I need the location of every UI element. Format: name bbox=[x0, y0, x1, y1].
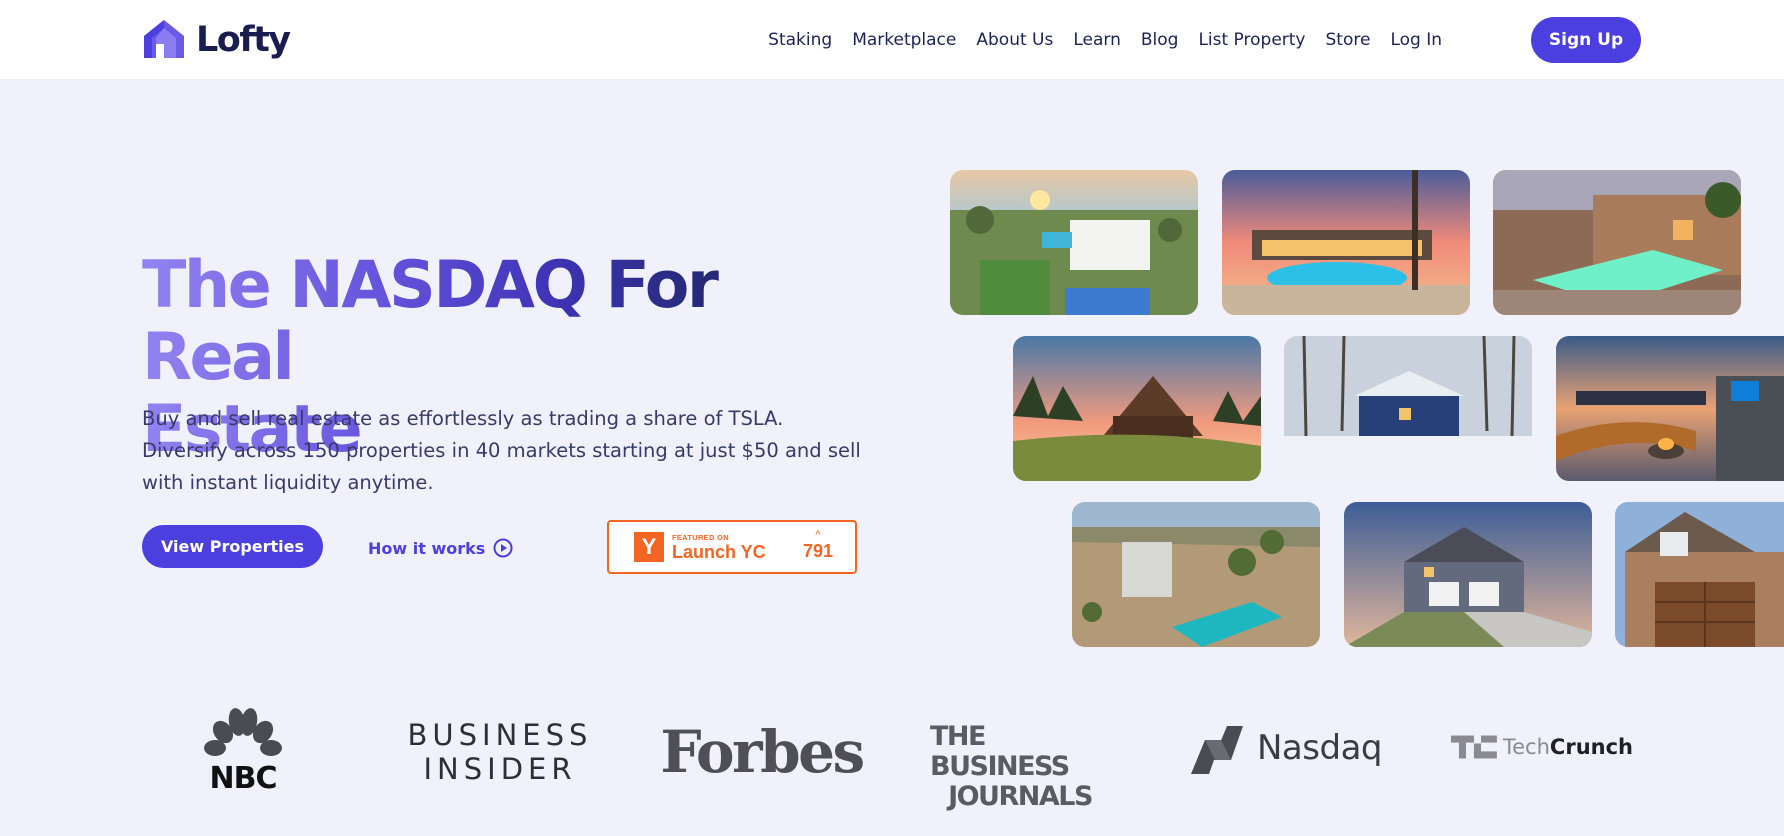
brand-name: Lofty bbox=[196, 20, 291, 60]
techcrunch-logo: Tech Crunch bbox=[1451, 734, 1633, 760]
yc-launch-label: Launch YC bbox=[672, 541, 766, 562]
yc-featured-label: FEATURED ON bbox=[672, 532, 729, 542]
nav-log-in[interactable]: Log In bbox=[1390, 30, 1442, 50]
play-circle-icon bbox=[493, 538, 513, 558]
property-photo-brick-house[interactable] bbox=[1615, 502, 1784, 647]
hero-subtitle: Buy and sell real estate as effortlessly… bbox=[142, 407, 861, 494]
nav-learn[interactable]: Learn bbox=[1073, 30, 1121, 50]
property-photo-adobe-pool[interactable] bbox=[1493, 170, 1741, 315]
nav-blog[interactable]: Blog bbox=[1141, 30, 1179, 50]
property-photo-a-frame-cabin[interactable] bbox=[1013, 336, 1261, 481]
brick-house-image bbox=[1615, 502, 1784, 647]
yc-upvote-count: ^ 791 bbox=[803, 530, 833, 562]
yc-text: FEATURED ON Launch YC bbox=[672, 533, 766, 562]
lofty-logo[interactable]: Lofty bbox=[142, 18, 291, 62]
caret-up-icon: ^ bbox=[815, 529, 821, 541]
a-frame-cabin-image bbox=[1013, 336, 1261, 481]
property-photo-suburban-house[interactable] bbox=[1344, 502, 1592, 647]
hero-title-line1: The NASDAQ For Real bbox=[142, 248, 717, 395]
nav-staking[interactable]: Staking bbox=[768, 30, 832, 50]
sign-up-button[interactable]: Sign Up bbox=[1531, 17, 1641, 63]
business-insider-logo: BUSINESS INSIDER bbox=[405, 718, 595, 786]
business-journals-logo: THE BUSINESS JOURNALS bbox=[930, 722, 1110, 812]
bj-line2: JOURNALS bbox=[948, 781, 1093, 812]
nbc-text: NBC bbox=[209, 761, 278, 796]
techcrunch-mark-icon bbox=[1451, 735, 1497, 759]
peacock-icon bbox=[204, 708, 282, 760]
nbc-logo: NBC bbox=[200, 708, 286, 794]
property-photo-rooftop-firepit[interactable] bbox=[1556, 336, 1784, 481]
view-properties-button[interactable]: View Properties bbox=[142, 525, 323, 568]
bj-line1: THE BUSINESS bbox=[930, 721, 1070, 782]
adobe-pool-image bbox=[1493, 170, 1741, 315]
house-logo-icon bbox=[144, 20, 184, 58]
desert-pool-image bbox=[1072, 502, 1320, 647]
nasdaq-mark-icon bbox=[1191, 726, 1243, 774]
bi-line1: BUSINESS bbox=[407, 718, 593, 752]
nasdaq-logo: Nasdaq bbox=[1187, 720, 1382, 776]
yc-count-number: 791 bbox=[802, 541, 833, 561]
property-photo-pool-sunset[interactable] bbox=[1222, 170, 1470, 315]
nasdaq-text: Nasdaq bbox=[1257, 728, 1382, 768]
pool-sunset-image bbox=[1222, 170, 1470, 315]
property-photo-desert-pool[interactable] bbox=[1072, 502, 1320, 647]
rooftop-firepit-image bbox=[1556, 336, 1784, 481]
property-photo-aerial-pool-court[interactable] bbox=[950, 170, 1198, 315]
main-nav: Staking Marketplace About Us Learn Blog … bbox=[768, 0, 1442, 80]
forbes-logo: Forbes bbox=[660, 718, 865, 786]
nav-about-us[interactable]: About Us bbox=[976, 30, 1053, 50]
site-header: Lofty Staking Marketplace About Us Learn… bbox=[0, 0, 1784, 80]
bi-line2: INSIDER bbox=[423, 752, 577, 786]
yc-logo-icon: Y bbox=[634, 532, 664, 562]
how-it-works-link[interactable]: How it works bbox=[368, 538, 513, 558]
launch-yc-badge[interactable]: Y FEATURED ON Launch YC ^ 791 bbox=[607, 520, 857, 574]
tc-crunch-text: Crunch bbox=[1549, 735, 1633, 759]
nav-list-property[interactable]: List Property bbox=[1198, 30, 1305, 50]
nav-marketplace[interactable]: Marketplace bbox=[852, 30, 956, 50]
tc-tech-text: Tech bbox=[1502, 735, 1550, 759]
nav-store[interactable]: Store bbox=[1326, 30, 1371, 50]
property-photo-snow-cabin[interactable] bbox=[1284, 336, 1532, 481]
suburban-house-image bbox=[1344, 502, 1592, 647]
aerial-house-image bbox=[950, 170, 1198, 315]
snow-cabin-image bbox=[1284, 336, 1532, 481]
how-it-works-label: How it works bbox=[368, 538, 486, 558]
